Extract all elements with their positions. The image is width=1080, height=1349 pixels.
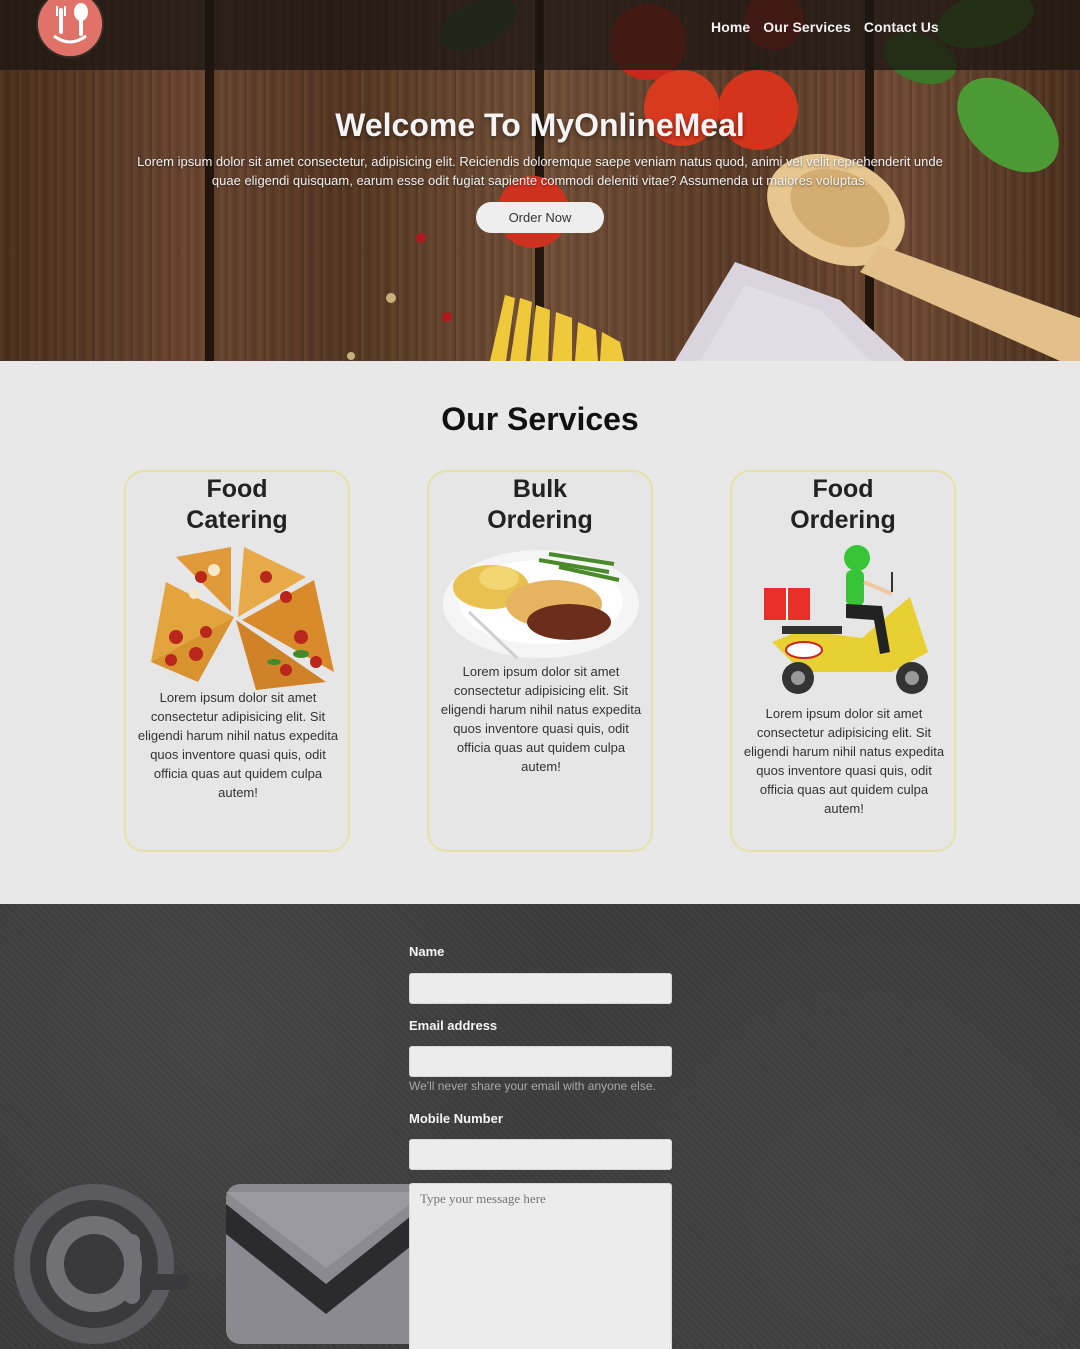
email-input[interactable]: [409, 1046, 672, 1077]
hero-title: Welcome To MyOnlineMeal: [335, 107, 745, 143]
name-label: Name: [409, 944, 445, 959]
mobile-input[interactable]: [409, 1139, 672, 1170]
services-section: Our Services Food Catering Lorem ipsum d…: [0, 361, 1080, 904]
hero-section: Home Our Services Contact Us Welcome To …: [0, 0, 1080, 361]
service-card-food-catering: Food Catering Lorem ipsum dolor sit amet…: [124, 470, 350, 852]
pizza-image: [151, 547, 334, 690]
service-card-text: Lorem ipsum dolor sit amet consectetur a…: [440, 664, 642, 774]
at-sign-and-envelope-illustration: [14, 1184, 420, 1344]
email-help-text: We'll never share your email with anyone…: [409, 1079, 656, 1093]
service-card-title: Bulk Ordering: [487, 475, 593, 534]
service-card-food-ordering: Food Ordering Lorem ipsum dolor sit amet…: [730, 470, 956, 852]
service-card-bulk-ordering: Bulk Ordering Lorem ipsum dolor sit amet…: [427, 470, 653, 852]
service-card-title: Food Ordering: [790, 475, 896, 534]
delivery-scooter-image: [764, 545, 928, 694]
service-card-text: Lorem ipsum dolor sit amet consectetur a…: [743, 706, 945, 816]
navbar: Home Our Services Contact Us: [0, 0, 1080, 70]
meal-plate-image: [443, 550, 639, 660]
email-label: Email address: [409, 1018, 498, 1033]
hero-description: Lorem ipsum dolor sit amet consectetur, …: [137, 154, 943, 188]
mobile-label: Mobile Number: [409, 1111, 503, 1126]
service-card-text: Lorem ipsum dolor sit amet consectetur a…: [137, 690, 339, 800]
message-textarea[interactable]: [409, 1183, 672, 1349]
order-now-button[interactable]: Order Now: [476, 202, 604, 233]
nav-link-contact-us[interactable]: Contact Us: [864, 19, 939, 35]
nav-link-home[interactable]: Home: [711, 19, 750, 35]
services-heading: Our Services: [441, 401, 639, 437]
nav-links: Home Our Services Contact Us: [711, 19, 939, 35]
service-card-title: Food Catering: [186, 475, 288, 534]
logo-icon[interactable]: [38, 0, 102, 56]
contact-section: Name Email address We'll never share you…: [0, 904, 1080, 1349]
nav-link-our-services[interactable]: Our Services: [763, 19, 851, 35]
name-input[interactable]: [409, 973, 672, 1004]
